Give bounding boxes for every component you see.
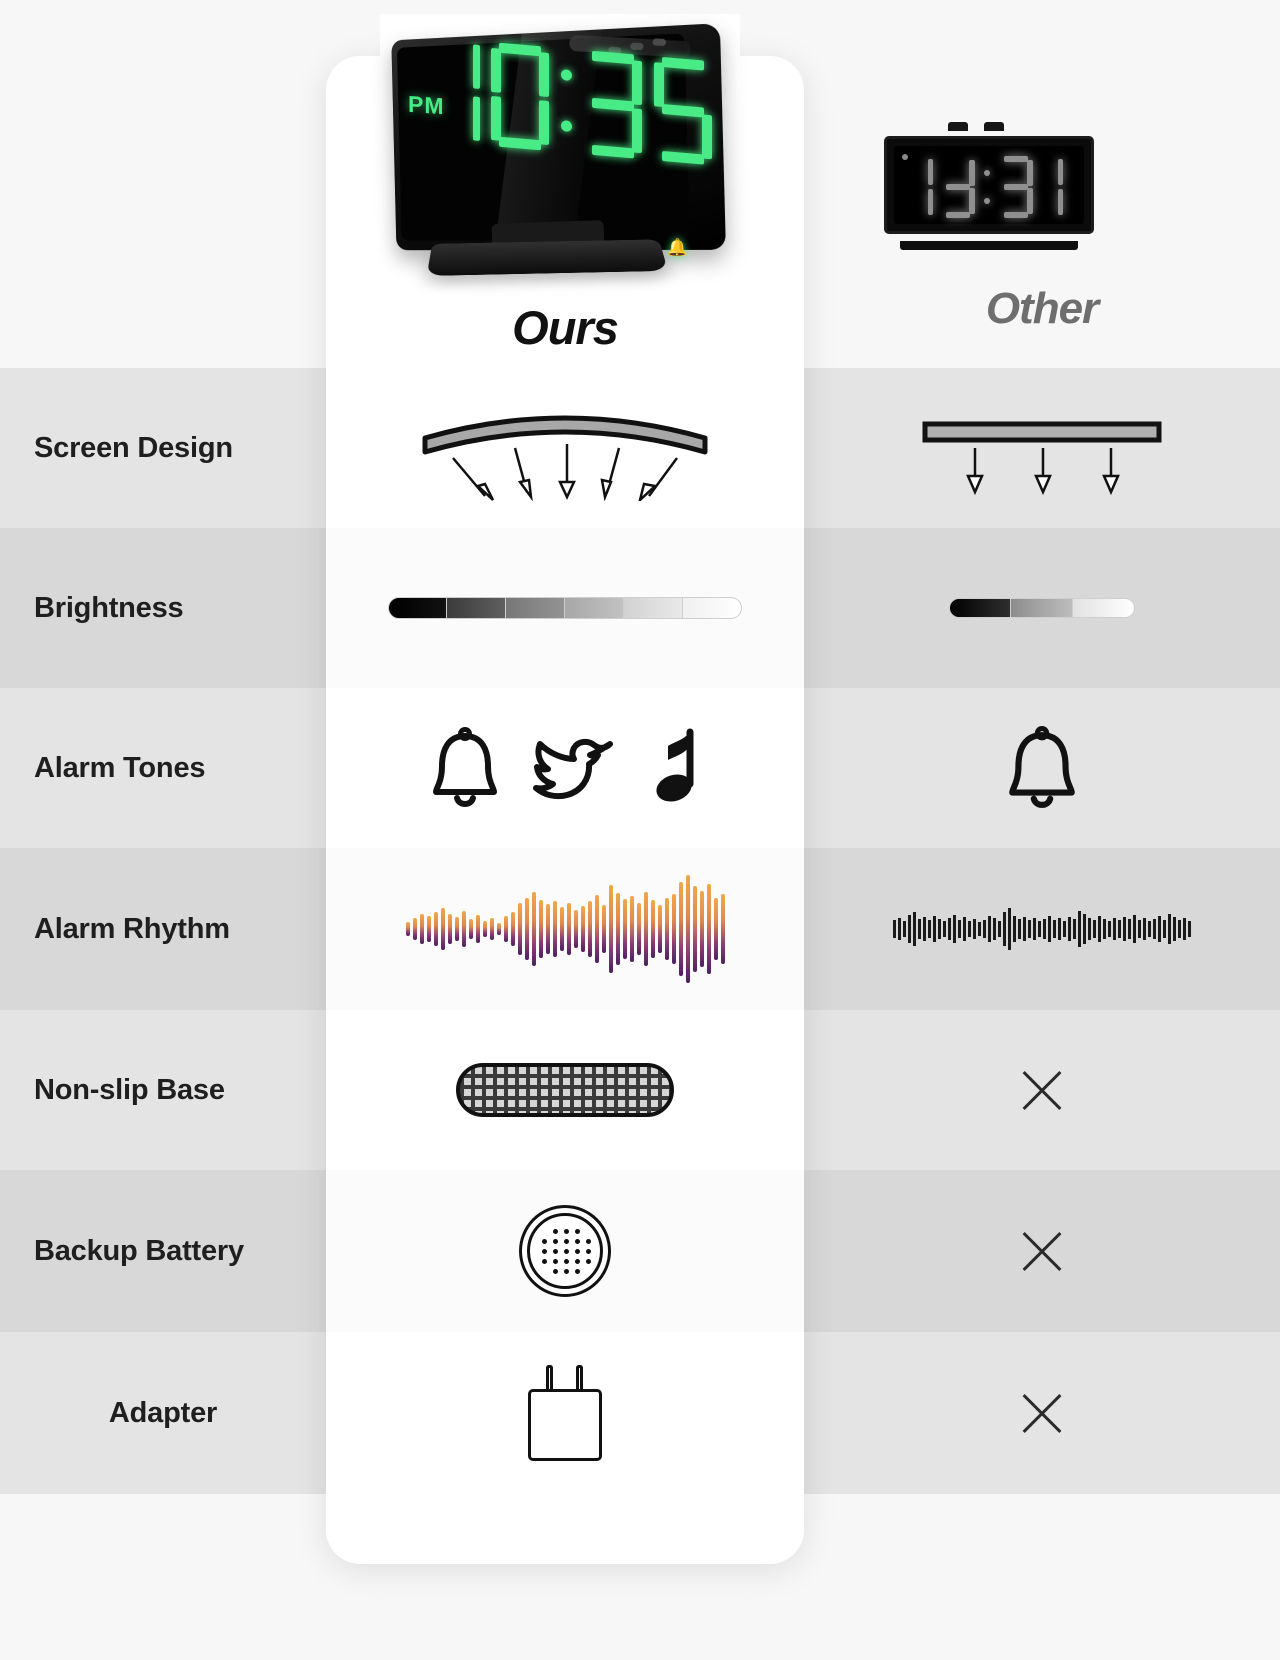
- ours-cell-alarm-tones: [326, 726, 804, 810]
- table-row: Alarm Tones: [0, 688, 1280, 848]
- ours-button-1: [652, 38, 667, 47]
- ours-stand-base: [426, 239, 669, 276]
- header-zone: PM 🔔 Ours Other: [0, 0, 1280, 368]
- row-label-alarm-rhythm: Alarm Rhythm: [34, 912, 230, 945]
- brightness-gradient-icon-other: [949, 597, 1135, 619]
- other-cell-backup-battery: [804, 1225, 1280, 1277]
- other-indicator-dot: [902, 154, 908, 160]
- other-cell-adapter: [804, 1387, 1280, 1439]
- battery-disc-icon: [519, 1205, 611, 1297]
- row-label-screen-design: Screen Design: [34, 431, 233, 464]
- other-digit-3: [999, 156, 1033, 218]
- ours-digit-4: [654, 56, 712, 165]
- other-top-nub-1: [948, 122, 968, 131]
- non-slip-pad-icon: [456, 1063, 674, 1117]
- ours-digit-1: [454, 39, 480, 145]
- ours-alarm-bell-icon: 🔔: [666, 238, 688, 257]
- ours-pm-indicator: PM: [408, 90, 445, 120]
- battery-disc-dots: [542, 1229, 591, 1274]
- ours-button-2: [630, 42, 644, 51]
- curved-screen-icon: [415, 396, 715, 501]
- other-cell-alarm-tones: [804, 725, 1280, 811]
- flat-waveform-icon: [893, 904, 1191, 954]
- power-adapter-icon: [528, 1365, 602, 1461]
- table-row: Brightness: [0, 528, 1280, 688]
- table-row: Screen Design: [0, 368, 1280, 528]
- other-time-display: [913, 156, 1063, 218]
- other-digit-4: [1043, 156, 1063, 218]
- ours-digit-2: [491, 42, 549, 151]
- cross-icon: [1016, 1064, 1068, 1116]
- other-product-image: [884, 122, 1094, 250]
- other-column-title: Other: [985, 284, 1099, 333]
- bell-icon: [1009, 726, 1075, 808]
- ours-colon: [561, 69, 572, 133]
- ours-digit-3: [584, 50, 642, 159]
- cross-icon: [1016, 1225, 1068, 1277]
- table-row: Alarm Rhythm: [0, 848, 1280, 1010]
- row-label-backup-battery: Backup Battery: [34, 1234, 244, 1267]
- row-label-brightness: Brightness: [34, 591, 184, 624]
- other-clock-body: [884, 136, 1094, 234]
- ours-cell-brightness: [326, 597, 804, 619]
- flat-screen-icon: [917, 398, 1167, 498]
- ours-column-title: Ours: [512, 301, 619, 354]
- other-cell-alarm-rhythm: [804, 904, 1280, 954]
- table-row: Non-slip Base: [0, 1010, 1280, 1170]
- other-colon: [984, 170, 990, 204]
- table-row: Backup Battery: [0, 1170, 1280, 1332]
- alarm-tone-icon-group: [430, 726, 700, 810]
- ours-cell-adapter: [326, 1365, 804, 1461]
- row-label-alarm-tones: Alarm Tones: [34, 751, 206, 784]
- other-cell-screen-design: [804, 398, 1280, 498]
- other-digit-2: [941, 156, 975, 218]
- other-cell-brightness: [804, 597, 1280, 619]
- ours-cell-non-slip-base: [326, 1063, 804, 1117]
- comparison-chart: PM 🔔 Ours Other Screen Design Brightness…: [0, 0, 1280, 1660]
- row-label-non-slip-base: Non-slip Base: [34, 1073, 225, 1106]
- bird-icon: [533, 738, 613, 800]
- cross-icon: [1016, 1387, 1068, 1439]
- ours-cell-alarm-rhythm: [326, 869, 804, 989]
- other-cell-non-slip-base: [804, 1064, 1280, 1116]
- row-label-adapter: Adapter: [108, 1396, 218, 1429]
- other-top-nub-2: [984, 122, 1004, 131]
- bell-icon: [433, 727, 497, 807]
- other-clock-foot: [900, 241, 1078, 250]
- brightness-gradient-icon-ours: [388, 597, 742, 619]
- ours-cell-screen-design: [326, 396, 804, 501]
- gradient-waveform-icon: [405, 869, 725, 989]
- ours-product-image: PM 🔔: [372, 14, 740, 314]
- ours-cell-backup-battery: [326, 1205, 804, 1297]
- music-note-icon: [656, 728, 694, 802]
- table-row: Adapter: [0, 1332, 1280, 1494]
- other-digit-1: [913, 156, 933, 218]
